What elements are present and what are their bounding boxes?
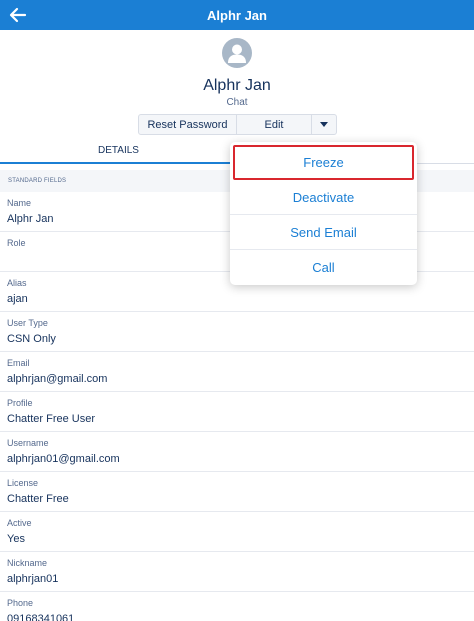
field-active: Active Yes bbox=[0, 512, 474, 552]
edit-button[interactable]: Edit bbox=[237, 115, 312, 134]
profile-name: Alphr Jan bbox=[203, 77, 271, 94]
menu-item-deactivate[interactable]: Deactivate bbox=[230, 180, 417, 215]
menu-item-send-email[interactable]: Send Email bbox=[230, 215, 417, 250]
field-value[interactable]: alphrjan@gmail.com bbox=[7, 372, 474, 386]
app-header: Alphr Jan bbox=[0, 0, 474, 30]
field-label: Nickname bbox=[7, 558, 48, 568]
menu-item-freeze[interactable]: Freeze bbox=[233, 145, 414, 180]
menu-item-call[interactable]: Call bbox=[230, 250, 417, 285]
field-value: alphrjan01 bbox=[7, 573, 59, 585]
reset-password-button[interactable]: Reset Password bbox=[139, 115, 237, 134]
profile-card: Alphr Jan Chat Reset Password Edit bbox=[0, 30, 474, 138]
field-nickname: Nickname alphrjan01 bbox=[0, 552, 474, 592]
field-label: Profile bbox=[7, 398, 33, 408]
field-value: Chatter Free bbox=[7, 493, 69, 505]
field-label: Username bbox=[7, 438, 49, 448]
field-value: ajan bbox=[7, 293, 28, 305]
field-label: License bbox=[7, 478, 39, 488]
field-user-type: User Type CSN Only bbox=[0, 312, 474, 352]
user-avatar-icon bbox=[222, 38, 252, 68]
tab-details[interactable]: DETAILS bbox=[0, 138, 237, 164]
field-value[interactable]: 09168341061 bbox=[7, 612, 474, 621]
field-phone: Phone 09168341061 bbox=[0, 592, 474, 621]
more-actions-button[interactable] bbox=[312, 115, 336, 134]
field-license: License Chatter Free bbox=[0, 472, 474, 512]
caret-down-icon bbox=[320, 122, 328, 127]
field-label: Active bbox=[7, 518, 32, 528]
arrow-left-icon[interactable] bbox=[9, 6, 27, 24]
page-title: Alphr Jan bbox=[207, 7, 267, 23]
actions-dropdown-menu: Freeze Deactivate Send Email Call bbox=[230, 142, 417, 285]
field-value: Yes bbox=[7, 533, 25, 545]
field-profile: Profile Chatter Free User bbox=[0, 392, 474, 432]
field-label: User Type bbox=[7, 318, 48, 328]
field-username: Username alphrjan01@gmail.com bbox=[0, 432, 474, 472]
field-label: Phone bbox=[7, 598, 34, 608]
field-email: Email alphrjan@gmail.com bbox=[0, 352, 474, 392]
field-value: CSN Only bbox=[7, 333, 56, 345]
field-value: Chatter Free User bbox=[7, 413, 96, 425]
field-value: alphrjan01@gmail.com bbox=[7, 453, 120, 465]
field-label: Email bbox=[7, 358, 30, 368]
profile-subtitle: Chat bbox=[226, 97, 248, 108]
action-button-group: Reset Password Edit bbox=[138, 114, 337, 135]
